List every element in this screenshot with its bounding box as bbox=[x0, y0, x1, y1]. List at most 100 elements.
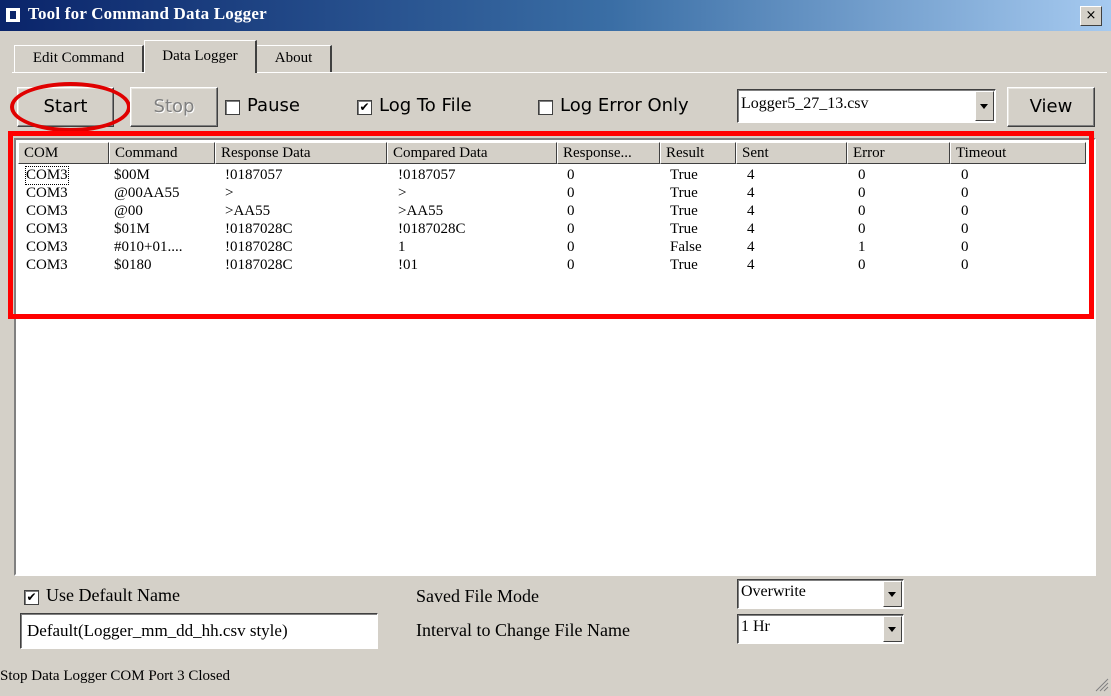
cell-result: True bbox=[670, 167, 698, 183]
table-row[interactable]: COM3 @00 >AA55 >AA55 0 True 4 0 0 bbox=[18, 203, 1078, 221]
close-button[interactable]: × bbox=[1080, 6, 1102, 26]
cell-response-data: !0187028C bbox=[225, 257, 293, 273]
cell-response-time: 0 bbox=[567, 221, 575, 237]
pause-label: Pause bbox=[247, 95, 300, 116]
cell-response-data: !0187028C bbox=[225, 221, 293, 237]
view-button[interactable]: View bbox=[1007, 87, 1095, 127]
cell-error: 0 bbox=[858, 257, 866, 273]
cell-command: $0180 bbox=[114, 257, 152, 273]
cell-response-data: !0187057 bbox=[225, 167, 283, 183]
col-header-response-time[interactable]: Response... bbox=[557, 142, 660, 164]
cell-command: $01M bbox=[114, 221, 150, 237]
cell-timeout: 0 bbox=[961, 221, 969, 237]
chevron-down-icon[interactable] bbox=[883, 616, 902, 642]
col-header-timeout[interactable]: Timeout bbox=[950, 142, 1086, 164]
table-row[interactable]: COM3 #010+01.... !0187028C 1 0 False 4 1… bbox=[18, 239, 1078, 257]
log-table[interactable]: COM Command Response Data Compared Data … bbox=[14, 138, 1096, 576]
cell-response-data: > bbox=[225, 185, 234, 201]
cell-result: True bbox=[670, 185, 698, 201]
cell-com: COM3 bbox=[26, 257, 68, 273]
cell-com: COM3 bbox=[26, 239, 68, 255]
col-header-sent[interactable]: Sent bbox=[736, 142, 847, 164]
col-header-error[interactable]: Error bbox=[847, 142, 950, 164]
col-header-command[interactable]: Command bbox=[109, 142, 215, 164]
table-row[interactable]: COM3 $01M !0187028C !0187028C 0 True 4 0… bbox=[18, 221, 1078, 239]
interval-select[interactable]: 1 Hr bbox=[737, 614, 904, 644]
cell-error: 0 bbox=[858, 185, 866, 201]
cell-command: $00M bbox=[114, 167, 150, 183]
cell-sent: 4 bbox=[747, 203, 755, 219]
cell-response-time: 0 bbox=[567, 185, 575, 201]
tab-about[interactable]: About bbox=[256, 45, 332, 72]
pause-checkbox-box[interactable] bbox=[225, 100, 240, 115]
cell-sent: 4 bbox=[747, 167, 755, 183]
log-to-file-label: Log To File bbox=[379, 95, 472, 116]
use-default-name-label: Use Default Name bbox=[46, 585, 180, 605]
table-row[interactable]: COM3 $0180 !0187028C !01 0 True 4 0 0 bbox=[18, 257, 1078, 275]
cell-timeout: 0 bbox=[961, 239, 969, 255]
cell-error: 0 bbox=[858, 203, 866, 219]
cell-result: True bbox=[670, 257, 698, 273]
saved-file-mode-label: Saved File Mode bbox=[416, 586, 539, 606]
status-text: Stop Data Logger COM Port 3 Closed bbox=[0, 668, 230, 684]
resize-grip-icon[interactable] bbox=[1093, 676, 1109, 692]
cell-com: COM3 bbox=[25, 166, 69, 185]
stop-button[interactable]: Stop bbox=[130, 87, 218, 127]
chevron-down-icon[interactable] bbox=[975, 91, 994, 121]
cell-timeout: 0 bbox=[961, 257, 969, 273]
cell-timeout: 0 bbox=[961, 203, 969, 219]
default-name-field[interactable]: Default(Logger_mm_dd_hh.csv style) bbox=[20, 613, 378, 649]
cell-timeout: 0 bbox=[961, 167, 969, 183]
interval-label: Interval to Change File Name bbox=[416, 620, 630, 640]
cell-command: @00 bbox=[114, 203, 143, 219]
title-bar[interactable]: Tool for Command Data Logger × bbox=[0, 0, 1111, 31]
cell-sent: 4 bbox=[747, 239, 755, 255]
cell-error: 0 bbox=[858, 167, 866, 183]
cell-compared-data: !01 bbox=[398, 257, 418, 273]
saved-file-mode-select[interactable]: Overwrite bbox=[737, 579, 904, 609]
use-default-name-checkbox-box[interactable]: ✔ bbox=[24, 590, 39, 605]
cell-error: 1 bbox=[858, 239, 866, 255]
cell-response-time: 0 bbox=[567, 167, 575, 183]
cell-response-time: 0 bbox=[567, 203, 575, 219]
cell-response-time: 0 bbox=[567, 239, 575, 255]
cell-compared-data: > bbox=[398, 185, 407, 201]
pause-checkbox[interactable]: Pause bbox=[225, 95, 335, 118]
log-file-select[interactable]: Logger5_27_13.csv bbox=[737, 89, 996, 123]
col-header-result[interactable]: Result bbox=[660, 142, 736, 164]
cell-com: COM3 bbox=[26, 221, 68, 237]
start-button[interactable]: Start bbox=[17, 87, 114, 127]
cell-command: #010+01.... bbox=[114, 239, 183, 255]
table-row[interactable]: COM3 $00M !0187057 !0187057 0 True 4 0 0 bbox=[18, 166, 1078, 185]
tab-edit-command[interactable]: Edit Command bbox=[14, 45, 144, 72]
cell-result: True bbox=[670, 203, 698, 219]
col-header-response-data[interactable]: Response Data bbox=[215, 142, 387, 164]
log-error-only-label: Log Error Only bbox=[560, 95, 689, 116]
cell-error: 0 bbox=[858, 221, 866, 237]
chevron-down-icon[interactable] bbox=[883, 581, 902, 607]
col-header-com[interactable]: COM bbox=[18, 142, 109, 164]
use-default-name-checkbox[interactable]: ✔ Use Default Name bbox=[24, 585, 224, 608]
log-file-select-value: Logger5_27_13.csv bbox=[741, 95, 869, 112]
app-icon[interactable] bbox=[6, 8, 20, 22]
log-error-only-checkbox-box[interactable] bbox=[538, 100, 553, 115]
window-title: Tool for Command Data Logger bbox=[28, 4, 267, 23]
table-row[interactable]: COM3 @00AA55 > > 0 True 4 0 0 bbox=[18, 185, 1078, 203]
log-to-file-checkbox[interactable]: ✔ Log To File bbox=[357, 95, 497, 118]
cell-command: @00AA55 bbox=[114, 185, 180, 201]
cell-response-time: 0 bbox=[567, 257, 575, 273]
cell-response-data: !0187028C bbox=[225, 239, 293, 255]
cell-compared-data: >AA55 bbox=[398, 203, 444, 219]
cell-result: True bbox=[670, 221, 698, 237]
tab-data-logger[interactable]: Data Logger bbox=[144, 40, 257, 73]
cell-response-data: >AA55 bbox=[225, 203, 271, 219]
cell-sent: 4 bbox=[747, 257, 755, 273]
cell-com: COM3 bbox=[26, 185, 68, 201]
cell-com: COM3 bbox=[26, 203, 68, 219]
log-error-only-checkbox[interactable]: Log Error Only bbox=[538, 95, 708, 118]
interval-value: 1 Hr bbox=[741, 618, 770, 635]
log-to-file-checkbox-box[interactable]: ✔ bbox=[357, 100, 372, 115]
col-header-compared-data[interactable]: Compared Data bbox=[387, 142, 557, 164]
cell-result: False bbox=[670, 239, 702, 255]
cell-compared-data: !0187057 bbox=[398, 167, 456, 183]
